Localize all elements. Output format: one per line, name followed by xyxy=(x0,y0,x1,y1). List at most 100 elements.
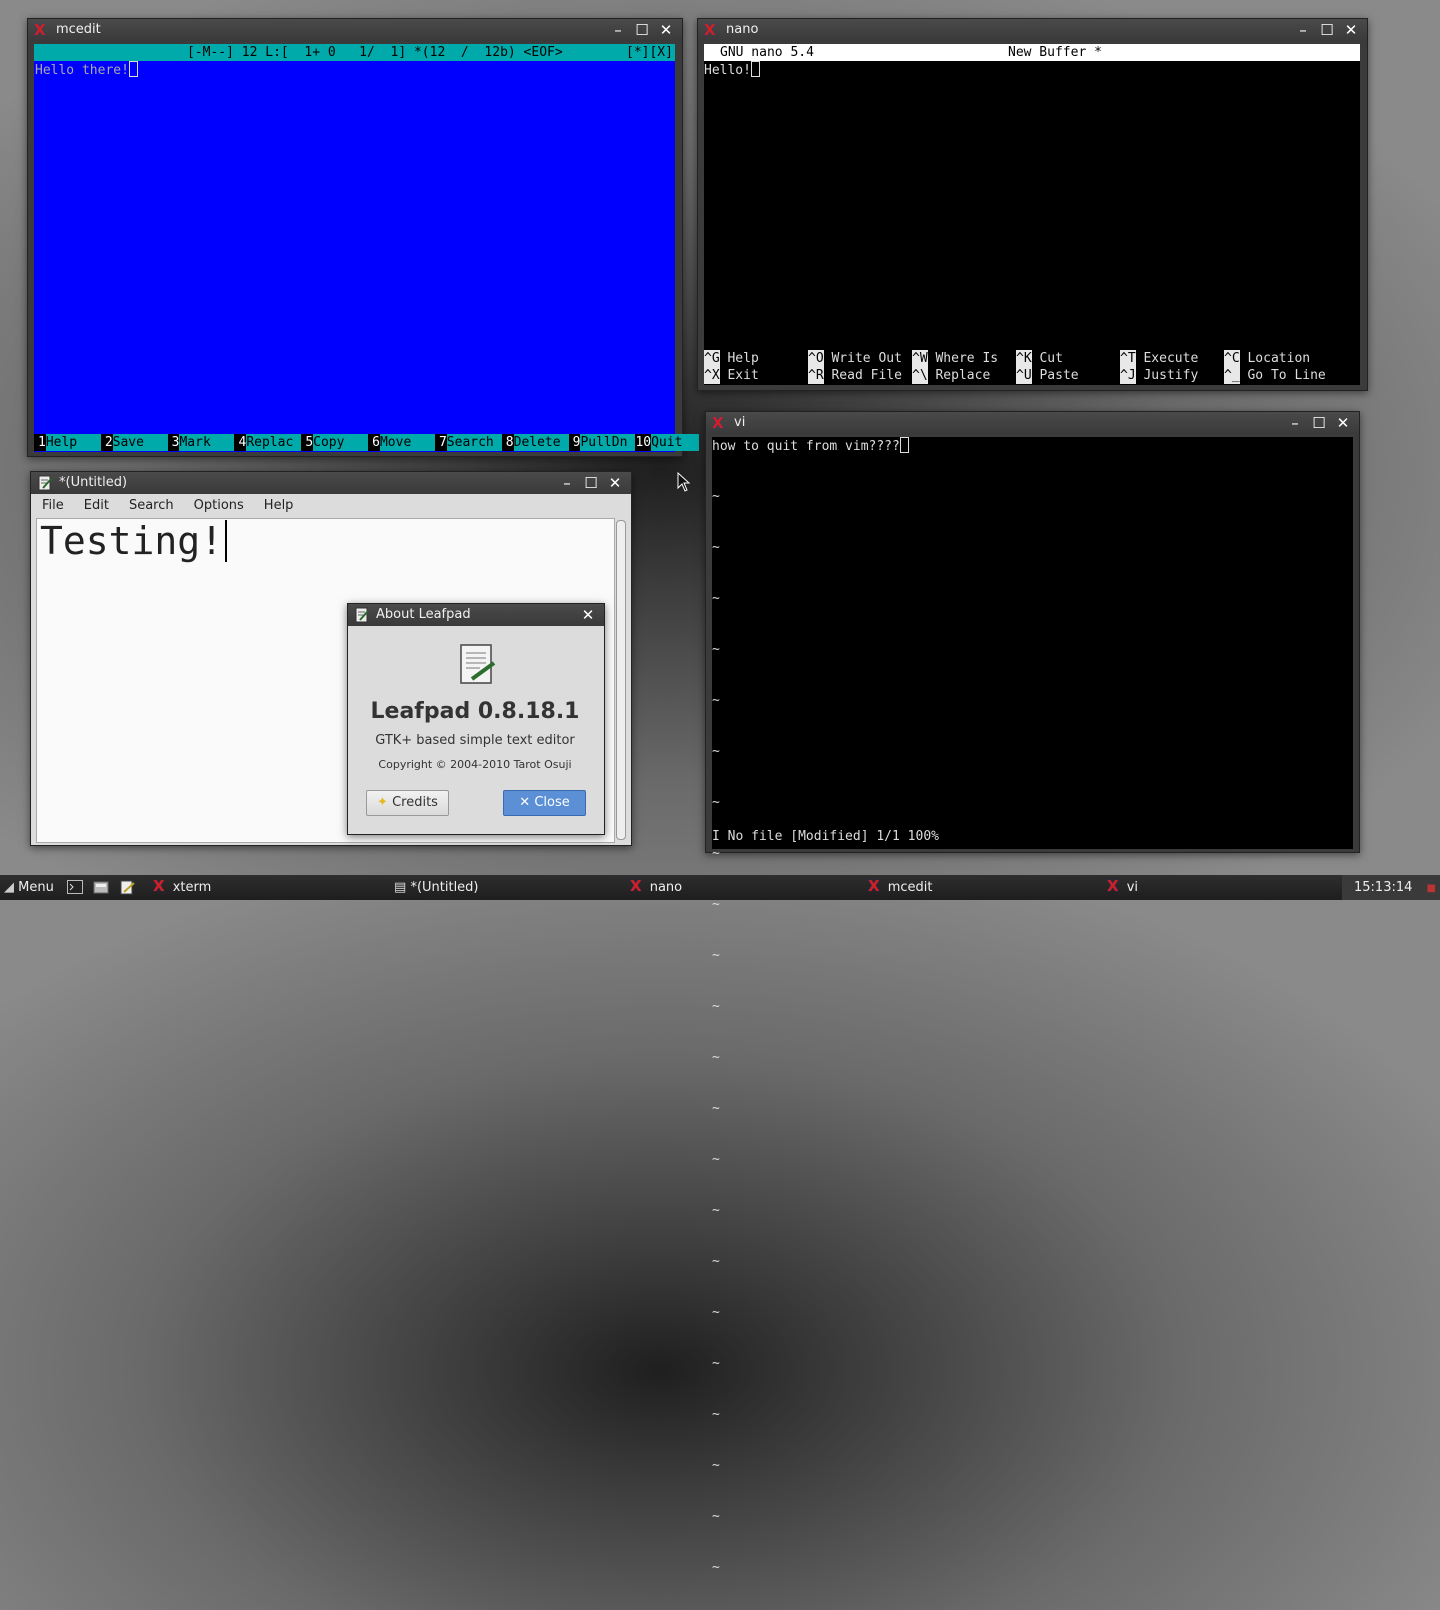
tilde-line: ~ xyxy=(712,591,720,606)
shortcut-where-is[interactable]: ^W Where Is xyxy=(912,350,998,367)
mcedit-terminal[interactable]: [-M--] 12 L:[ 1+ 0 1/ 1] *(12 / 12b) <EO… xyxy=(34,44,700,452)
fkey-delete[interactable]: 8 Delete xyxy=(501,434,569,451)
vi-titlebar[interactable]: X vi – ☐ ✕ xyxy=(706,412,1359,434)
vertical-scrollbar[interactable] xyxy=(616,520,626,840)
shortcut-go-to-line[interactable]: ^_ Go To Line xyxy=(1224,367,1326,384)
fkey-help[interactable]: 1 Help xyxy=(34,434,101,451)
maximize-icon[interactable]: ☐ xyxy=(630,21,654,39)
close-icon[interactable]: ✕ xyxy=(654,21,678,39)
fkey-save[interactable]: 2 Save xyxy=(100,434,168,451)
xterm-icon: X xyxy=(868,877,880,895)
file-manager-launcher-icon[interactable] xyxy=(93,880,109,895)
tilde-line: ~ xyxy=(712,744,720,759)
leafpad-titlebar[interactable]: *(Untitled) – ☐ ✕ xyxy=(31,472,631,494)
task-label: vi xyxy=(1126,880,1139,895)
tilde-line: ~ xyxy=(712,1458,720,1473)
menu-search[interactable]: Search xyxy=(119,495,184,517)
task-leafpad[interactable]: ▤ *(Untitled) xyxy=(394,875,479,900)
tilde-line: ~ xyxy=(712,999,720,1014)
menu-help[interactable]: Help xyxy=(254,495,304,517)
about-dialog[interactable]: About Leafpad ✕ Leafpad 0.8.18.1 GTK+ ba… xyxy=(347,603,605,835)
xterm-icon: X xyxy=(704,21,716,39)
nano-text-area[interactable]: Hello! xyxy=(704,61,760,79)
shortcut-read-file[interactable]: ^R Read File xyxy=(808,367,902,384)
vi-window[interactable]: X vi – ☐ ✕ how to quit from vim???? ~ ~ … xyxy=(705,411,1360,1575)
window-title: *(Untitled) xyxy=(59,475,128,490)
fkey-search[interactable]: 7 Search xyxy=(434,434,502,451)
about-titlebar[interactable]: About Leafpad ✕ xyxy=(348,604,604,626)
close-icon[interactable]: ✕ xyxy=(576,606,600,624)
shortcut-write-out[interactable]: ^O Write Out xyxy=(808,350,902,367)
task-mcedit[interactable]: X mcedit xyxy=(868,875,933,900)
close-button[interactable]: ✕ Close xyxy=(503,790,586,816)
credits-button[interactable]: ✦ Credits xyxy=(366,790,449,816)
xterm-icon: X xyxy=(1107,877,1119,895)
mcedit-titlebar[interactable]: X mcedit – ☐ ✕ xyxy=(28,19,682,41)
task-vi[interactable]: X vi xyxy=(1107,875,1138,900)
nano-header: GNU nano 5.4 New Buffer * xyxy=(704,44,1360,61)
shortcut-justify[interactable]: ^J Justify xyxy=(1120,367,1198,384)
app-name-version: Leafpad 0.8.18.1 xyxy=(370,699,580,724)
mcedit-window[interactable]: X mcedit – ☐ ✕ [-M--] 12 L:[ 1+ 0 1/ 1] … xyxy=(27,18,700,457)
star-icon: ✦ xyxy=(377,795,388,810)
terminal-launcher-icon[interactable] xyxy=(67,880,83,895)
vi-terminal[interactable]: how to quit from vim???? ~ ~ ~ ~ ~ ~ ~ ~… xyxy=(712,437,1353,1575)
fkey-pulldown[interactable]: 9 PullDn xyxy=(568,434,636,451)
app-copyright: Copyright © 2004-2010 Tarot Osuji xyxy=(378,758,572,771)
fkey-move[interactable]: 6 Move xyxy=(368,434,435,451)
taskbar-clock[interactable]: 15:13:14 ■ xyxy=(1342,875,1440,900)
nano-terminal[interactable]: GNU nano 5.4 New Buffer * Hello! ^G Help… xyxy=(704,44,1360,385)
tilde-line: ~ xyxy=(712,1560,720,1575)
shortcut-execute[interactable]: ^T Execute xyxy=(1120,350,1198,367)
shortcut-exit[interactable]: ^X Exit xyxy=(704,367,759,384)
maximize-icon[interactable]: ☐ xyxy=(1315,21,1339,39)
minimize-icon[interactable]: – xyxy=(606,21,630,39)
dialog-title: About Leafpad xyxy=(376,607,471,622)
maximize-icon[interactable]: ☐ xyxy=(579,474,603,492)
shortcut-help[interactable]: ^G Help xyxy=(704,350,759,367)
shortcut-location[interactable]: ^C Location xyxy=(1224,350,1310,367)
mcedit-text-area[interactable]: Hello there! xyxy=(35,61,138,79)
shortcut-replace[interactable]: ^\ Replace xyxy=(912,367,990,384)
leafpad-logo-icon xyxy=(460,644,496,684)
shortcut-paste[interactable]: ^U Paste xyxy=(1016,367,1079,384)
minimize-icon[interactable]: – xyxy=(555,474,579,492)
tilde-line: ~ xyxy=(712,1254,720,1269)
text-editor-launcher-icon[interactable] xyxy=(119,880,135,895)
task-xterm[interactable]: X xterm xyxy=(153,875,211,900)
nano-window[interactable]: X nano – ☐ ✕ GNU nano 5.4 New Buffer * H… xyxy=(697,18,1368,391)
task-label: *(Untitled) xyxy=(410,880,479,895)
close-icon[interactable]: ✕ xyxy=(1331,414,1355,432)
menu-edit[interactable]: Edit xyxy=(74,495,119,517)
tilde-line: ~ xyxy=(712,846,720,861)
start-menu-button[interactable]: ◢ Menu xyxy=(4,875,54,900)
minimize-icon[interactable]: – xyxy=(1283,414,1307,432)
tilde-line: ~ xyxy=(712,540,720,555)
fkey-quit[interactable]: 10 Quit xyxy=(635,434,700,451)
fkey-mark[interactable]: 3 Mark xyxy=(167,434,235,451)
fkey-copy[interactable]: 5 Copy xyxy=(301,434,369,451)
maximize-icon[interactable]: ☐ xyxy=(1307,414,1331,432)
text-cursor xyxy=(899,437,909,453)
tilde-line: ~ xyxy=(712,795,720,810)
text-cursor xyxy=(225,520,228,562)
mcedit-text: Hello there! xyxy=(35,63,129,78)
leafpad-icon: ▤ xyxy=(394,880,407,895)
menu-options[interactable]: Options xyxy=(184,495,254,517)
tilde-line: ~ xyxy=(712,693,720,708)
close-icon[interactable]: ✕ xyxy=(1339,21,1363,39)
mcedit-function-keys: 1 Help 2 Save 3 Mark 4 Replac 5 Copy 6 Move 7S… xyxy=(34,434,700,451)
nano-titlebar[interactable]: X nano – ☐ ✕ xyxy=(698,19,1367,41)
minimize-icon[interactable]: – xyxy=(1291,21,1315,39)
leafpad-menubar: File Edit Search Options Help xyxy=(32,495,630,517)
vi-text-line[interactable]: how to quit from vim???? xyxy=(712,437,909,455)
mcedit-status-bar: [-M--] 12 L:[ 1+ 0 1/ 1] *(12 / 12b) <EO… xyxy=(34,44,675,61)
vi-text: how to quit from vim???? xyxy=(712,439,900,454)
close-icon[interactable]: ✕ xyxy=(603,474,627,492)
menu-file[interactable]: File xyxy=(32,495,74,517)
shortcut-cut[interactable]: ^K Cut xyxy=(1016,350,1063,367)
nano-version: GNU nano 5.4 xyxy=(720,45,814,60)
nano-text: Hello! xyxy=(704,63,751,78)
task-nano[interactable]: X nano xyxy=(630,875,682,900)
fkey-replace[interactable]: 4 Replac xyxy=(234,434,302,451)
